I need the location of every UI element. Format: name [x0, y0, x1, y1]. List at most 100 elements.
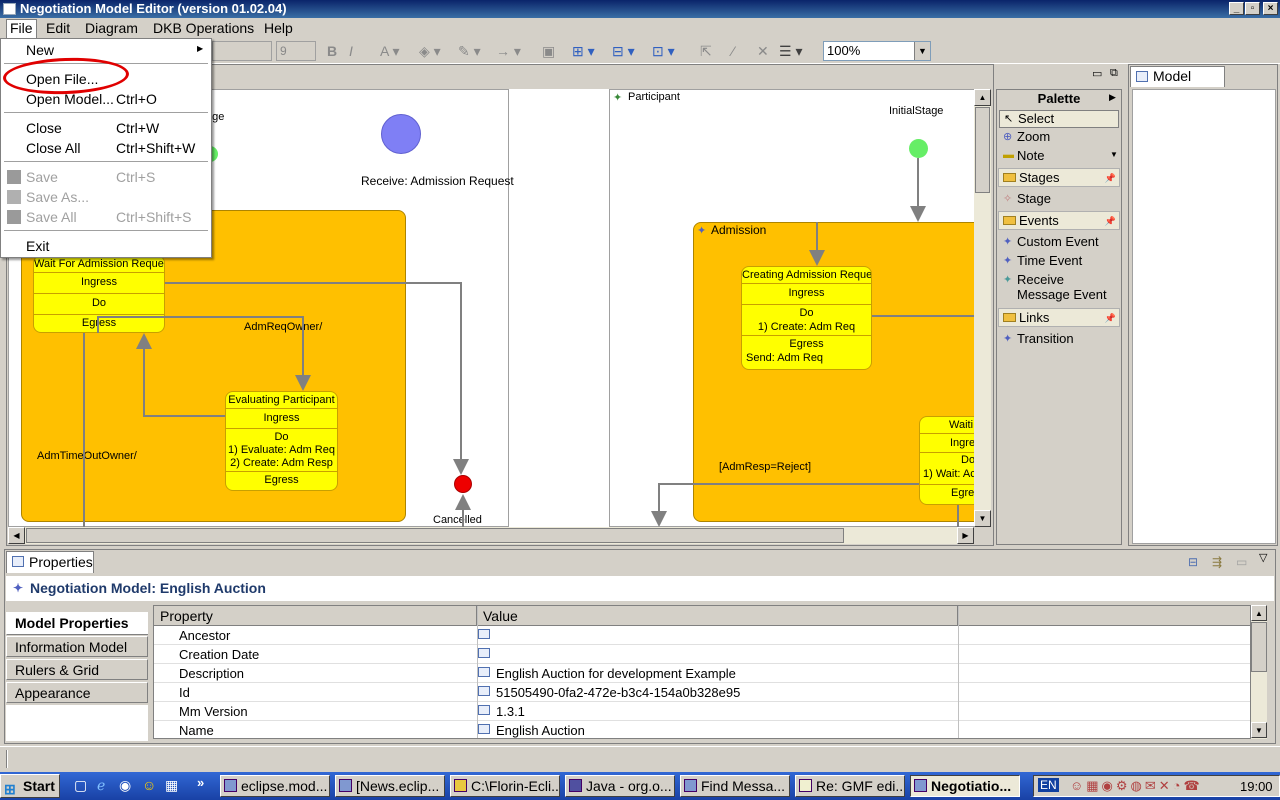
tab-information-model[interactable]: Information Model: [6, 636, 148, 657]
scroll-left-icon[interactable]: ◀: [8, 527, 25, 544]
tab-appearance[interactable]: Appearance: [6, 682, 148, 703]
task-button[interactable]: C:\Florin-Ecli...: [450, 775, 560, 797]
scroll-down-icon[interactable]: ▼: [1251, 722, 1267, 738]
menu-file[interactable]: File: [6, 19, 37, 38]
tab-model-properties[interactable]: Model Properties: [6, 612, 148, 635]
connector-icon[interactable]: ⁄: [732, 43, 734, 59]
select-all-icon[interactable]: ▣: [542, 43, 555, 60]
property-table[interactable]: Property Value Ancestor Creation Date De…: [153, 605, 1251, 739]
quicklaunch-media-icon[interactable]: ◉: [119, 777, 131, 794]
table-row[interactable]: Creation Date: [154, 645, 1250, 664]
minimize-button[interactable]: _: [1229, 2, 1244, 15]
taskbar: ⊞ Start ▢ ℯ ◉ ☺ ▦ » eclipse.mod... [News…: [0, 772, 1280, 800]
vertical-scrollbar[interactable]: ▲ ▼: [974, 89, 991, 527]
tab-rulers-grid[interactable]: Rulers & Grid: [6, 659, 148, 680]
palette-item-custom-event[interactable]: ✦ Custom Event: [999, 234, 1119, 249]
task-button[interactable]: Java - org.o...: [565, 775, 675, 797]
font-color-icon[interactable]: A ▾: [380, 43, 399, 60]
menu-dkb-operations[interactable]: DKB Operations: [153, 20, 254, 36]
menu-item-save-all[interactable]: Save All: [26, 209, 77, 225]
palette-item-time-event[interactable]: ✦ Time Event: [999, 253, 1119, 268]
horizontal-scrollbar[interactable]: ◀ ▶: [8, 527, 974, 544]
line-style-icon[interactable]: → ▾: [496, 43, 521, 60]
quicklaunch-app-icon[interactable]: ▦: [165, 777, 178, 794]
menu-item-save-as[interactable]: Save As...: [26, 189, 89, 205]
quicklaunch-ie-icon[interactable]: ℯ: [97, 777, 105, 794]
editor-minimize-icon[interactable]: ▭: [1092, 67, 1102, 80]
menu-edit[interactable]: Edit: [46, 20, 70, 36]
quicklaunch-messenger-icon[interactable]: ☺: [142, 777, 156, 793]
start-button[interactable]: ⊞ Start: [0, 774, 60, 798]
column-header-property[interactable]: Property: [154, 606, 477, 626]
view-icon[interactable]: ☰ ▾: [779, 43, 802, 60]
fill-color-icon[interactable]: ◈ ▾: [419, 43, 441, 60]
palette-tool-zoom[interactable]: ⊕ Zoom: [999, 129, 1119, 144]
palette-item-receive-message-event[interactable]: ✦ Receive Message Event: [999, 272, 1119, 306]
table-row[interactable]: Id 51505490-0fa2-472e-b3c4-154a0b328e95: [154, 683, 1250, 702]
menu-item-exit[interactable]: Exit: [26, 238, 49, 254]
task-button[interactable]: Re: GMF edi...: [795, 775, 905, 797]
palette-tool-note[interactable]: ▬ Note ▼: [999, 148, 1119, 163]
scroll-thumb[interactable]: [975, 107, 990, 193]
palette-tool-select[interactable]: ↖ Select: [999, 110, 1119, 128]
tree-view-icon[interactable]: ⊟: [1188, 555, 1198, 569]
font-size-combo[interactable]: 9: [276, 41, 316, 61]
menu-help[interactable]: Help: [264, 20, 293, 36]
filter-icon[interactable]: ⇶: [1212, 555, 1222, 569]
palette-title: Palette: [997, 90, 1121, 108]
menu-item-save[interactable]: Save: [26, 169, 58, 185]
scroll-down-icon[interactable]: ▼: [974, 510, 991, 527]
clock[interactable]: 19:00: [1240, 779, 1273, 794]
arrange-icon[interactable]: ⊞ ▾: [572, 43, 595, 60]
model-view-tab[interactable]: Model View: [1130, 66, 1225, 103]
layout-icon[interactable]: ⊡ ▾: [652, 43, 675, 60]
close-window-button[interactable]: ×: [1263, 2, 1278, 15]
delete-icon[interactable]: ✕: [757, 43, 769, 60]
properties-tab[interactable]: Properties: [6, 551, 94, 573]
palette-collapse-icon[interactable]: ▶: [1109, 92, 1116, 103]
table-row[interactable]: Mm Version 1.3.1: [154, 702, 1250, 721]
pin-icon: 📌: [1104, 313, 1116, 323]
menu-item-close-all[interactable]: Close All: [26, 140, 80, 156]
scroll-up-icon[interactable]: ▲: [974, 89, 991, 106]
palette-item-stage[interactable]: ✧ Stage: [999, 191, 1119, 206]
tray-icons[interactable]: ☺▦◉⚙◍✉✕◔☎: [1070, 778, 1203, 794]
palette-item-transition[interactable]: ✦ Transition: [999, 331, 1119, 346]
font-name-combo[interactable]: [212, 41, 272, 61]
task-button-active[interactable]: Negotiatio...: [910, 775, 1020, 797]
menu-item-close[interactable]: Close: [26, 120, 62, 136]
zoom-combo[interactable]: 100% ▼: [823, 41, 931, 61]
shortcut-save: Ctrl+S: [116, 169, 156, 185]
quicklaunch-more-icon[interactable]: »: [197, 775, 204, 790]
scroll-right-icon[interactable]: ▶: [957, 527, 974, 544]
scroll-thumb[interactable]: [1251, 622, 1267, 672]
menu-item-new[interactable]: New: [26, 42, 54, 58]
task-button[interactable]: [News.eclip...: [335, 775, 445, 797]
column-header-value[interactable]: Value: [477, 606, 958, 626]
scroll-up-icon[interactable]: ▲: [1251, 605, 1267, 621]
italic-icon[interactable]: I: [349, 43, 353, 59]
table-row[interactable]: Ancestor: [154, 626, 1250, 645]
menu-diagram[interactable]: Diagram: [85, 20, 138, 36]
table-row[interactable]: Name English Auction: [154, 721, 1250, 738]
palette-drawer-links[interactable]: Links 📌: [998, 308, 1120, 327]
palette-drawer-events[interactable]: Events 📌: [998, 211, 1120, 230]
chevron-down-icon[interactable]: ▼: [914, 42, 930, 60]
scroll-thumb[interactable]: [26, 528, 844, 543]
quicklaunch-desktop-icon[interactable]: ▢: [74, 777, 87, 794]
align-icon[interactable]: ⊟ ▾: [612, 43, 635, 60]
table-scrollbar[interactable]: ▲ ▼: [1251, 605, 1267, 739]
task-button[interactable]: eclipse.mod...: [220, 775, 330, 797]
palette-drawer-stages[interactable]: Stages 📌: [998, 168, 1120, 187]
view-menu-icon[interactable]: ▽: [1259, 551, 1267, 564]
table-row[interactable]: Description English Auction for developme…: [154, 664, 1250, 683]
task-button[interactable]: Find Messa...: [680, 775, 790, 797]
window-title: Negotiation Model Editor (version 01.02.…: [20, 1, 287, 16]
restore-default-icon[interactable]: ▭: [1236, 555, 1247, 569]
language-indicator[interactable]: EN: [1038, 778, 1059, 792]
line-color-icon[interactable]: ✎ ▾: [458, 43, 481, 60]
bold-icon[interactable]: B: [327, 43, 337, 59]
restore-button[interactable]: ▫: [1245, 2, 1260, 15]
editor-maximize-icon[interactable]: ⧉: [1110, 67, 1118, 80]
zorder-icon[interactable]: ⇱: [700, 43, 712, 60]
